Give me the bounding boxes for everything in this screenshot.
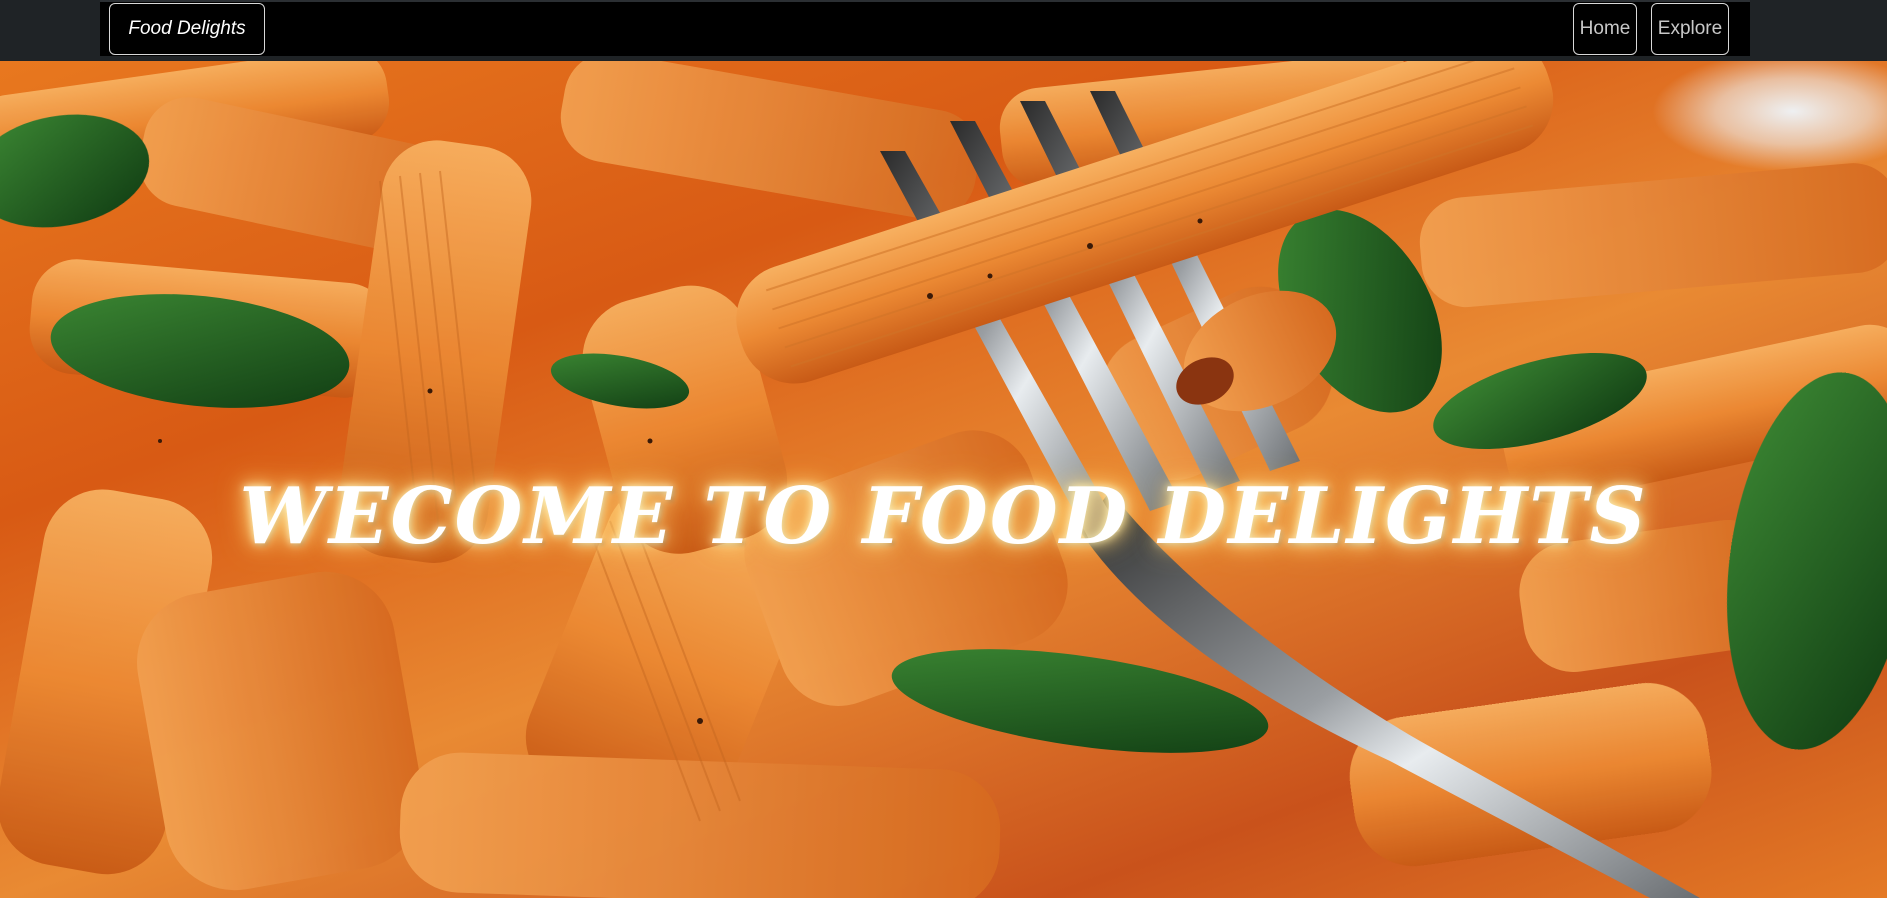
nav-explore-link[interactable]: Explore <box>1651 3 1729 55</box>
brand-link[interactable]: Food Delights <box>109 3 265 55</box>
top-bar: Food Delights Home Explore <box>0 0 1887 61</box>
navbar: Food Delights Home Explore <box>100 0 1750 56</box>
hero-title: WECOME TO FOOD DELIGHTS <box>239 471 1648 562</box>
hero-section: WECOME TO FOOD DELIGHTS <box>0 61 1887 898</box>
nav-home-link[interactable]: Home <box>1573 3 1637 55</box>
